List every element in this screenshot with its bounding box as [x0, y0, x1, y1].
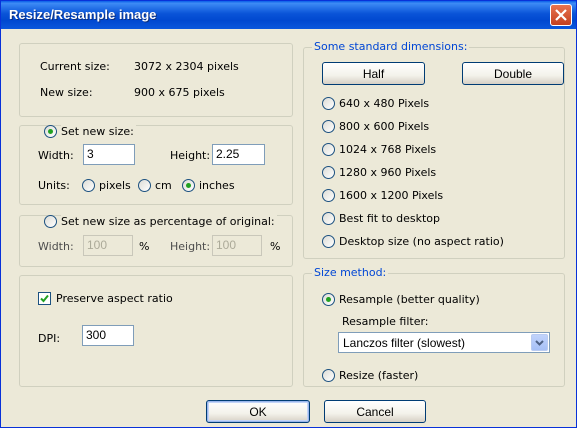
half-button[interactable]: Half	[322, 62, 425, 85]
option-1280-radio[interactable]	[322, 166, 335, 179]
height-label: Height:	[170, 149, 211, 162]
pct-width-label: Width:	[38, 240, 74, 253]
option-640-label: 640 x 480 Pixels	[339, 97, 430, 110]
preserve-aspect-checkbox[interactable]	[38, 292, 51, 305]
pct-height-percent: %	[270, 240, 281, 253]
standard-dimensions-legend: Some standard dimensions:	[312, 40, 470, 54]
option-desktop-radio[interactable]	[322, 235, 335, 248]
option-1600-radio[interactable]	[322, 189, 335, 202]
window-title: Resize/Resample image	[9, 7, 157, 22]
unit-cm-radio[interactable]	[138, 179, 151, 192]
option-1024-label: 1024 x 768 Pixels	[339, 143, 437, 156]
title-bar: Resize/Resample image	[1, 1, 576, 29]
unit-inches-radio[interactable]	[182, 179, 195, 192]
percentage-label: Set new size as percentage of original:	[61, 215, 277, 229]
option-800-radio[interactable]	[322, 120, 335, 133]
close-icon	[555, 9, 567, 21]
units-label: Units:	[38, 179, 70, 192]
size-info-group: Current size: 3072 x 2304 pixels New siz…	[19, 43, 293, 117]
set-new-size-group: Set new size: Width: 3 Height: 2.25 Unit…	[19, 125, 293, 205]
cancel-button[interactable]: Cancel	[324, 400, 426, 423]
size-method-group: Size method: Resample (better quality) R…	[303, 266, 565, 387]
ok-button[interactable]: OK	[206, 400, 310, 423]
double-button[interactable]: Double	[462, 62, 564, 85]
resize-dialog: Resize/Resample image Current size: 3072…	[0, 0, 577, 428]
percentage-radio[interactable]	[44, 215, 57, 228]
resample-filter-select[interactable]: Lanczos filter (slowest)	[338, 332, 550, 353]
percentage-group: Set new size as percentage of original: …	[19, 215, 293, 267]
option-800-label: 800 x 600 Pixels	[339, 120, 430, 133]
aspect-group: Preserve aspect ratio DPI: 300	[19, 275, 293, 387]
pct-width-input[interactable]: 100	[83, 235, 133, 256]
dpi-label: DPI:	[38, 332, 61, 345]
preserve-aspect-label: Preserve aspect ratio	[56, 292, 173, 305]
standard-dimensions-group: Some standard dimensions: Half Double 64…	[303, 40, 565, 259]
pct-width-percent: %	[139, 240, 150, 253]
option-1280-label: 1280 x 960 Pixels	[339, 166, 437, 179]
pct-height-label: Height:	[170, 240, 211, 253]
resample-filter-value: Lanczos filter (slowest)	[343, 336, 466, 350]
checkmark-icon	[40, 294, 49, 303]
unit-pixels-label: pixels	[99, 179, 131, 192]
set-new-size-label: Set new size:	[61, 125, 136, 139]
unit-inches-label: inches	[199, 179, 235, 192]
resample-label: Resample (better quality)	[339, 293, 480, 306]
resample-filter-label: Resample filter:	[342, 315, 429, 328]
size-method-legend: Size method:	[312, 266, 389, 280]
option-1024-radio[interactable]	[322, 143, 335, 156]
option-best-fit-label: Best fit to desktop	[339, 212, 441, 225]
resize-radio[interactable]	[322, 369, 335, 382]
chevron-down-icon[interactable]	[531, 334, 548, 351]
new-size-label: New size:	[40, 86, 93, 99]
option-best-fit-radio[interactable]	[322, 212, 335, 225]
unit-pixels-radio[interactable]	[82, 179, 95, 192]
current-size-label: Current size:	[40, 60, 110, 73]
unit-cm-label: cm	[155, 179, 172, 192]
width-input[interactable]: 3	[83, 144, 135, 165]
new-size-value: 900 x 675 pixels	[134, 86, 225, 99]
current-size-value: 3072 x 2304 pixels	[134, 60, 239, 73]
option-1600-label: 1600 x 1200 Pixels	[339, 189, 444, 202]
dpi-input[interactable]: 300	[82, 325, 134, 346]
width-label: Width:	[38, 149, 74, 162]
pct-height-input[interactable]: 100	[212, 235, 262, 256]
resample-radio[interactable]	[322, 293, 335, 306]
set-new-size-radio[interactable]	[44, 125, 57, 138]
resize-label: Resize (faster)	[339, 369, 419, 382]
option-640-radio[interactable]	[322, 97, 335, 110]
option-desktop-label: Desktop size (no aspect ratio)	[339, 235, 504, 248]
close-button[interactable]	[550, 4, 572, 26]
height-input[interactable]: 2.25	[212, 144, 265, 165]
